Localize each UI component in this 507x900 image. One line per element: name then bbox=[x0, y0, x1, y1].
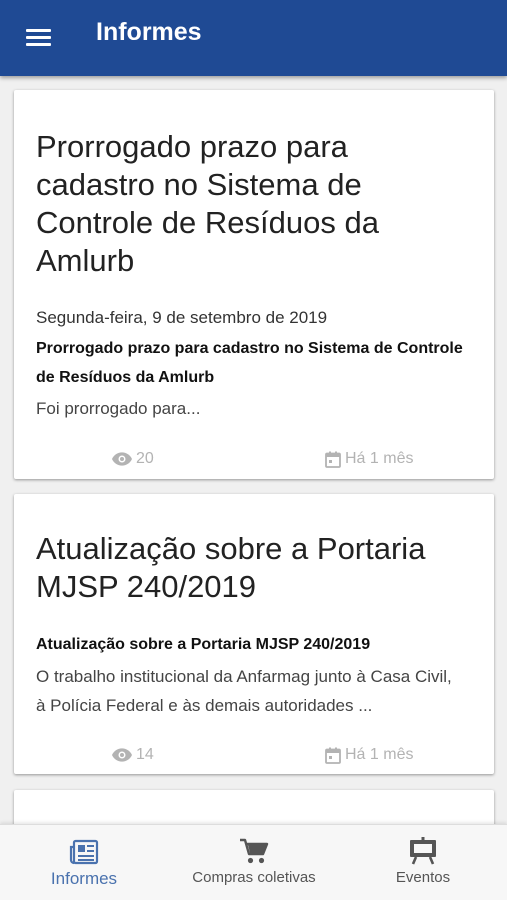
hamburger-icon-bar bbox=[26, 36, 51, 39]
post-age: Há 1 mês bbox=[325, 450, 413, 468]
eye-icon bbox=[112, 748, 132, 762]
calendar-icon bbox=[325, 451, 341, 468]
tab-label: Compras coletivas bbox=[192, 869, 316, 886]
age-label: Há 1 mês bbox=[345, 746, 414, 763]
news-card-excerpt: Foi prorrogado para... bbox=[36, 399, 201, 418]
news-card-subtitle: Atualização sobre a Portaria MJSP 240/20… bbox=[36, 636, 371, 653]
eye-icon bbox=[112, 452, 132, 466]
news-card[interactable]: Prorrogado prazo para cadastro no Sistem… bbox=[14, 90, 494, 479]
app-bar: Informes bbox=[0, 0, 507, 76]
hamburger-icon-bar bbox=[26, 29, 51, 32]
menu-button[interactable] bbox=[18, 22, 58, 54]
news-card[interactable] bbox=[14, 790, 494, 824]
views-count: 20 bbox=[136, 450, 154, 467]
views-counter: 20 bbox=[112, 450, 154, 468]
newspaper-icon bbox=[69, 839, 99, 865]
views-counter: 14 bbox=[112, 746, 154, 764]
news-card-date: Segunda-feira, 9 de setembro de 2019 bbox=[36, 308, 328, 327]
tab-eventos[interactable]: Eventos bbox=[378, 825, 468, 900]
tab-compras-coletivas[interactable]: Compras coletivas bbox=[180, 825, 328, 900]
tab-informes[interactable]: Informes bbox=[30, 825, 138, 900]
views-count: 14 bbox=[136, 746, 154, 763]
bottom-navigation: Informes Compras coletivas Eventos bbox=[0, 824, 507, 900]
news-card-subtitle: Prorrogado prazo para cadastro no Sistem… bbox=[36, 340, 463, 386]
page-title: Informes bbox=[96, 18, 202, 46]
easel-icon bbox=[410, 837, 436, 865]
hamburger-icon-bar bbox=[26, 43, 51, 46]
post-age: Há 1 mês bbox=[325, 746, 413, 764]
news-card[interactable]: Atualização sobre a Portaria MJSP 240/20… bbox=[14, 494, 494, 774]
tab-label: Informes bbox=[50, 869, 118, 888]
cart-icon bbox=[240, 838, 269, 864]
tab-label: Eventos bbox=[395, 869, 451, 886]
calendar-icon bbox=[325, 747, 341, 764]
news-card-title: Atualização sobre a Portaria MJSP 240/20… bbox=[36, 531, 426, 604]
age-label: Há 1 mês bbox=[345, 450, 414, 467]
news-card-title: Prorrogado prazo para cadastro no Sistem… bbox=[36, 129, 379, 278]
news-card-excerpt: O trabalho institucional da Anfarmag jun… bbox=[36, 667, 452, 715]
news-feed: Prorrogado prazo para cadastro no Sistem… bbox=[0, 76, 507, 824]
